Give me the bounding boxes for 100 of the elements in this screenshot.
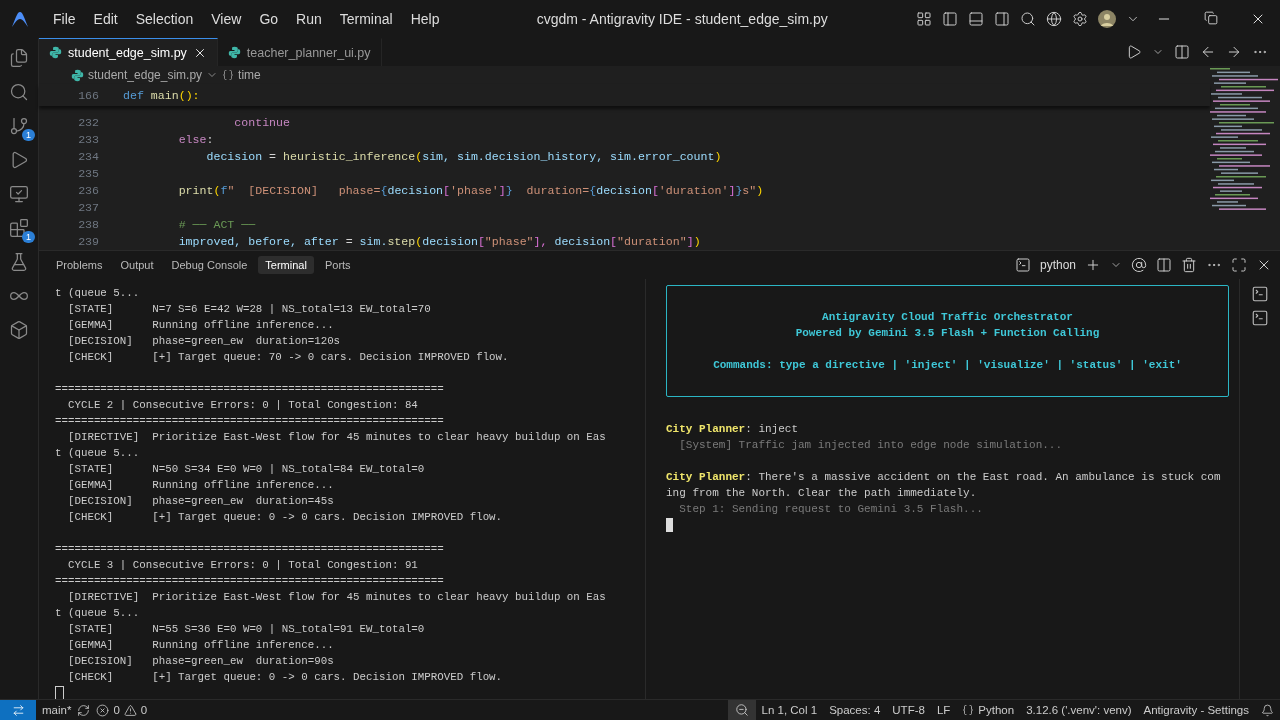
terminal-line: Step 1: Sending request to Gemini 3.5 Flash... <box>678 502 984 517</box>
menu-item[interactable]: View <box>202 11 251 27</box>
line-number: 236 <box>77 184 100 197</box>
terminal-name[interactable]: python <box>1039 258 1076 272</box>
terminal-line: [DECISION] phase=green_ew duration=120s <box>66 334 342 349</box>
breadcrumb-symbol[interactable]: time <box>238 68 261 82</box>
status-item[interactable]: UTF-8 <box>886 704 931 716</box>
panel-toggle-icon[interactable] <box>968 11 984 27</box>
editor-tab[interactable]: student_edge_sim.py <box>39 38 218 66</box>
zoom-out-icon <box>734 703 749 717</box>
settings-status[interactable]: Antigravity - Settings <box>1137 704 1255 716</box>
status-item[interactable]: LF <box>930 704 957 716</box>
code-line: # ── ACT ── <box>177 218 256 231</box>
terminal-line: [STATE] N=7 S=6 E=42 W=28 | NS_total=13 EW_total=70 <box>66 302 432 317</box>
status-item[interactable]: Ln 1, Col 1 <box>755 704 824 716</box>
browser-icon[interactable] <box>1046 11 1062 27</box>
back-icon[interactable] <box>1200 44 1216 60</box>
panel-tab[interactable]: Ports <box>317 256 358 274</box>
terminal-line: [STATE] N=50 S=34 E=0 W=0 | NS_total=84 EW_total=0 <box>66 462 426 477</box>
restore-icon[interactable] <box>1204 11 1218 25</box>
window-title: cvgdm - Antigravity IDE - student_edge_sim.py <box>536 11 828 27</box>
terminal-line: ing from the North. Clear the path immediately. <box>666 486 978 501</box>
terminal-line: [DIRECTIVE] Prioritize East-West flow for 45 minutes to clear heavy buildup on Eas <box>66 590 607 605</box>
line-number: 235 <box>77 167 100 180</box>
line-number: 166 <box>77 88 100 102</box>
maximize-icon[interactable] <box>1231 257 1247 273</box>
at-icon[interactable] <box>1131 257 1147 273</box>
logo-icon <box>10 10 30 28</box>
menu-item[interactable]: Help <box>401 11 449 27</box>
terminal-line: t (queue 5... <box>55 286 141 301</box>
panel-tab[interactable]: Terminal <box>258 256 314 274</box>
split-terminal-icon[interactable] <box>1156 257 1172 273</box>
menu-item[interactable]: File <box>44 11 85 27</box>
line-number: 234 <box>77 150 100 163</box>
remote-icon <box>11 703 25 717</box>
terminal-line: CYCLE 2 | Consecutive Errors: 0 | Total Congestion: 84 <box>66 398 419 413</box>
avatar-icon[interactable] <box>1098 10 1116 28</box>
split-editor-icon[interactable] <box>1174 44 1190 60</box>
terminal-icon[interactable] <box>1014 257 1031 273</box>
terminal-line: [CHECK] [+] Target queue: 0 -> 0 cars. Decision IMPROVED flow. <box>66 670 504 685</box>
sidebar-toggle-icon[interactable] <box>942 11 958 27</box>
python-file-icon <box>71 68 84 82</box>
terminal-icon[interactable] <box>1251 309 1269 327</box>
menu-item[interactable]: Go <box>250 11 288 27</box>
settings-icon[interactable] <box>1072 11 1088 27</box>
python-file-icon <box>49 46 62 59</box>
status-item[interactable]: Spaces: 4 <box>823 704 887 716</box>
terminal-icon[interactable] <box>1251 285 1269 303</box>
trash-icon[interactable] <box>1181 257 1197 273</box>
terminal-line: [DECISION] phase=green_ew duration=90s <box>66 654 335 669</box>
line-number: 239 <box>77 235 100 248</box>
terminal-line: City Planner: There's a massive accident on the East road. An ambulance is stuck com <box>666 470 1222 485</box>
search-icon[interactable] <box>9 82 29 102</box>
terminal-line: ============================================================ <box>55 382 445 397</box>
panel-tab[interactable]: Debug Console <box>164 256 255 274</box>
breadcrumb-file[interactable]: student_edge_sim.py <box>88 68 203 82</box>
code-line: else: <box>177 133 214 146</box>
terminal-line: [CHECK] [+] Target queue: 70 -> 0 cars. Decision IMPROVED flow. <box>66 350 510 365</box>
layout-icon[interactable] <box>916 11 932 27</box>
terminal-line: City Planner: inject <box>666 422 800 437</box>
plus-icon[interactable] <box>1085 257 1101 273</box>
menu-item[interactable]: Edit <box>84 11 127 27</box>
language-status[interactable]: Python <box>956 704 1021 716</box>
braces-icon <box>222 69 235 81</box>
zoom-button[interactable] <box>727 700 756 720</box>
branch-status[interactable]: main* <box>36 704 78 716</box>
panel-tab[interactable]: Output <box>113 256 161 274</box>
panel-tab[interactable]: Problems <box>49 256 110 274</box>
count-badge: 1 <box>22 129 35 141</box>
terminal-line: [System] Traffic jam injected into edge node simulation... <box>678 438 1064 453</box>
search-icon[interactable] <box>1020 11 1036 27</box>
forward-icon[interactable] <box>1226 44 1242 60</box>
terminal-line: [DECISION] phase=green_ew duration=45s <box>66 494 335 509</box>
line-number: 237 <box>77 201 100 214</box>
blocks-icon[interactable] <box>9 218 29 238</box>
remote-button[interactable] <box>0 700 36 720</box>
menu-item[interactable]: Run <box>287 11 331 27</box>
warning-icon <box>123 703 137 717</box>
terminal-line: [GEMMA] Running offline inference... <box>66 638 335 653</box>
files-icon[interactable] <box>9 48 29 68</box>
run-icon[interactable] <box>1126 44 1142 60</box>
line-number: 232 <box>77 116 100 129</box>
monitor-icon[interactable] <box>9 184 29 204</box>
banner-subtitle: Powered by Gemini 3.5 Flash + Function Calling <box>795 326 1100 341</box>
count-badge: 1 <box>22 231 35 243</box>
terminal-line: t (queue 5... <box>55 606 141 621</box>
terminal-line: [GEMMA] Running offline inference... <box>66 478 335 493</box>
terminal-line: ============================================================ <box>55 574 445 589</box>
interpreter-status[interactable]: 3.12.6 ('.venv': venv) <box>1020 704 1138 716</box>
problems-status[interactable]: 0 0 <box>90 703 154 717</box>
flask-icon[interactable] <box>9 252 29 272</box>
menu-item[interactable]: Terminal <box>330 11 402 27</box>
sync-icon[interactable] <box>77 703 91 717</box>
bell-icon[interactable] <box>1261 703 1274 717</box>
secondary-sidebar-icon[interactable] <box>994 11 1010 27</box>
code-line: continue <box>233 116 290 129</box>
menu-item[interactable]: Selection <box>126 11 203 27</box>
terminal-line: ============================================================ <box>55 542 445 557</box>
box-icon[interactable] <box>9 320 29 340</box>
branch-icon[interactable] <box>9 116 29 136</box>
